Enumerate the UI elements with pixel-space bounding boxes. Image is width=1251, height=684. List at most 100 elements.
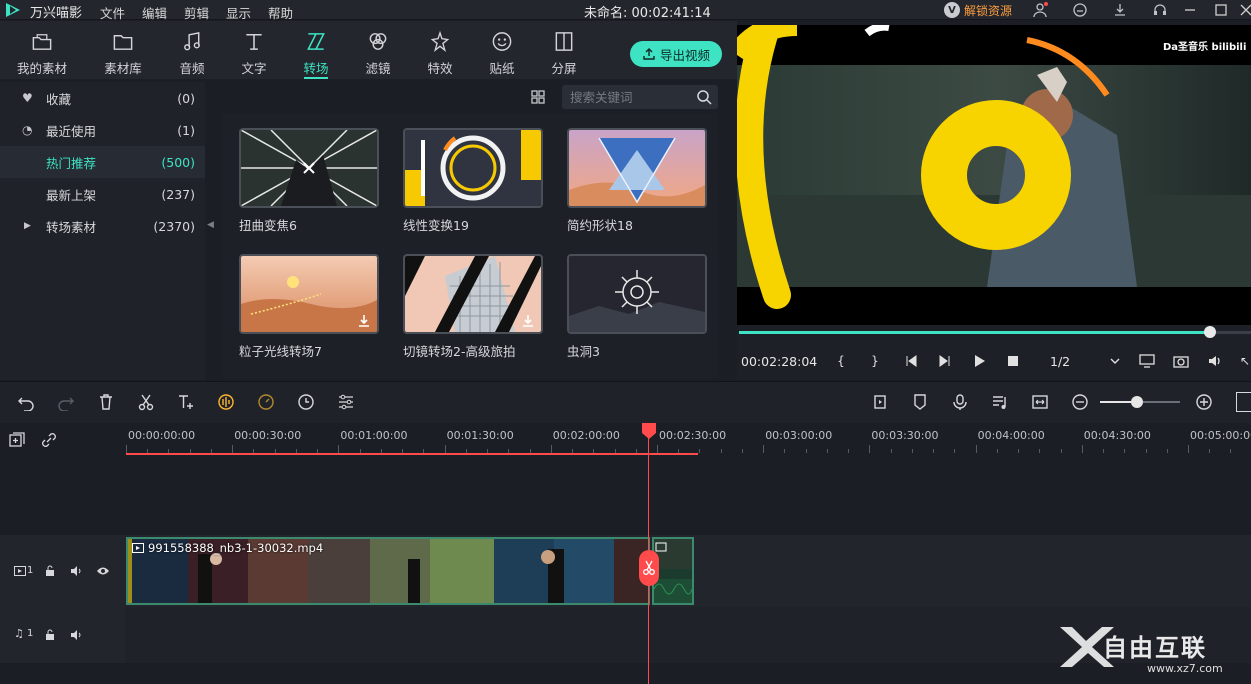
download-icon[interactable]	[521, 314, 535, 328]
unlock-resources-button[interactable]: V 解锁资源	[944, 0, 1024, 20]
category-transition-assets[interactable]: ▶ 转场素材 (2370)	[0, 210, 205, 242]
undo-icon[interactable]	[16, 392, 36, 412]
preview-quality-select[interactable]: 1/2	[1050, 354, 1070, 369]
tab-library[interactable]: 素材库	[91, 27, 155, 77]
speed-icon[interactable]	[256, 392, 276, 412]
transition-preview	[239, 128, 379, 208]
chevron-down-icon[interactable]	[1106, 352, 1124, 370]
stop-icon[interactable]	[1004, 352, 1022, 370]
download-icon[interactable]	[1110, 1, 1130, 19]
volume-icon[interactable]	[1206, 352, 1224, 370]
ruler-time-label: 00:02:30:00	[659, 429, 727, 442]
transition-label: 简约形状18	[567, 218, 633, 233]
text-icon	[246, 34, 262, 50]
display-settings-icon[interactable]	[1138, 352, 1156, 370]
export-video-button[interactable]: 导出视频	[630, 41, 722, 67]
transition-card[interactable]: 扭曲变焦6	[239, 128, 379, 234]
menu-edit[interactable]: 编辑	[142, 3, 167, 22]
download-icon[interactable]	[357, 314, 371, 328]
tab-text[interactable]: 文字	[222, 27, 286, 77]
tab-my-media[interactable]: 我的素材	[10, 27, 74, 77]
search-icon[interactable]	[696, 89, 712, 105]
ruler-tick	[1039, 449, 1041, 453]
lock-icon[interactable]	[44, 629, 56, 641]
previous-frame-icon[interactable]	[902, 352, 920, 370]
tab-transition[interactable]: 转场	[284, 27, 348, 79]
render-icon[interactable]	[870, 392, 890, 412]
headset-icon[interactable]	[1150, 1, 1170, 19]
close-icon[interactable]	[1236, 1, 1251, 19]
zoom-in-icon[interactable]	[1194, 392, 1214, 412]
ruler-tick	[1060, 449, 1062, 453]
feedback-icon[interactable]	[1070, 1, 1090, 19]
watermark-text: 自由互联	[1103, 634, 1207, 662]
speaker-icon[interactable]	[70, 629, 84, 641]
next-frame-icon[interactable]	[936, 352, 954, 370]
mark-out-icon[interactable]: }	[866, 352, 884, 370]
tab-audio[interactable]: 音频	[160, 27, 224, 77]
menu-clip[interactable]: 剪辑	[184, 3, 209, 22]
preview-watermark: Da圣音乐 bilibili	[1163, 42, 1247, 53]
redo-icon[interactable]	[56, 392, 76, 412]
minimize-icon[interactable]	[1180, 1, 1200, 19]
ruler-tick	[933, 449, 935, 453]
category-recent[interactable]: ◔ 最近使用 (1)	[0, 114, 205, 146]
tab-filter[interactable]: 滤镜	[346, 27, 410, 77]
speaker-icon[interactable]	[70, 565, 84, 577]
eye-icon[interactable]	[96, 566, 110, 576]
transition-card[interactable]: 线性变换19	[403, 128, 543, 234]
search-input[interactable]	[570, 88, 690, 106]
lock-icon[interactable]	[44, 565, 56, 577]
unlock-label: 解锁资源	[964, 3, 1013, 18]
cut-icon[interactable]	[136, 392, 156, 412]
snapshot-icon[interactable]	[1172, 352, 1190, 370]
tab-sticker[interactable]: 贴纸	[470, 27, 534, 77]
music-note-icon	[184, 31, 200, 51]
adjust-icon[interactable]	[336, 392, 356, 412]
microphone-icon[interactable]	[950, 392, 970, 412]
video-preview[interactable]: Da圣音乐 bilibili	[737, 25, 1251, 325]
grid-view-icon[interactable]	[530, 89, 546, 105]
menu-view[interactable]: 显示	[226, 3, 251, 22]
play-icon[interactable]	[970, 352, 988, 370]
collapse-panel-icon[interactable]: ◀	[207, 220, 214, 230]
transition-card[interactable]: 粒子光线转场7	[239, 254, 379, 360]
add-track-icon[interactable]	[8, 431, 26, 452]
transition-card[interactable]: 切镜转场2-高级旅拍	[403, 254, 543, 360]
add-text-icon[interactable]	[176, 392, 196, 412]
ruler-tick	[911, 449, 913, 453]
tab-split-screen[interactable]: 分屏	[532, 27, 596, 77]
category-count: (237)	[161, 186, 195, 202]
zoom-slider-handle[interactable]	[1131, 396, 1143, 408]
delete-icon[interactable]	[96, 392, 116, 412]
tab-effects[interactable]: 特效	[408, 27, 472, 77]
maximize-icon[interactable]	[1211, 1, 1231, 19]
marker-icon[interactable]	[910, 392, 930, 412]
duration-clock-icon[interactable]	[296, 392, 316, 412]
audio-mixer-icon[interactable]	[990, 392, 1010, 412]
transition-preview	[403, 254, 543, 334]
category-new[interactable]: 最新上架 (237)	[0, 178, 205, 210]
fit-timeline-icon[interactable]	[1030, 392, 1050, 412]
transition-preview	[403, 128, 543, 208]
category-label: 热门推荐	[46, 155, 97, 171]
menu-file[interactable]: 文件	[100, 3, 125, 22]
transition-preview	[567, 254, 707, 334]
mark-in-icon[interactable]: {	[832, 352, 850, 370]
menu-help[interactable]: 帮助	[268, 3, 293, 22]
audio-ai-icon[interactable]	[216, 392, 236, 412]
split-marker[interactable]	[639, 550, 659, 586]
transition-card[interactable]: 虫洞3	[567, 254, 707, 360]
zoom-slider[interactable]	[1100, 396, 1180, 408]
category-favorites[interactable]: ♥ 收藏 (0)	[0, 82, 205, 114]
category-hot[interactable]: 热门推荐 (500)	[0, 146, 205, 178]
video-clip[interactable]: 991558388_nb3-1-30032.mp4	[126, 537, 650, 605]
account-icon[interactable]	[1030, 1, 1050, 19]
transition-card[interactable]: 简约形状18	[567, 128, 707, 234]
playhead-handle[interactable]	[642, 423, 656, 439]
playback-progress[interactable]	[739, 326, 1251, 338]
panel-toggle-icon[interactable]	[1236, 392, 1251, 412]
zoom-out-icon[interactable]	[1070, 392, 1090, 412]
fullscreen-icon[interactable]: ↖	[1236, 352, 1251, 370]
link-icon[interactable]	[40, 431, 58, 452]
